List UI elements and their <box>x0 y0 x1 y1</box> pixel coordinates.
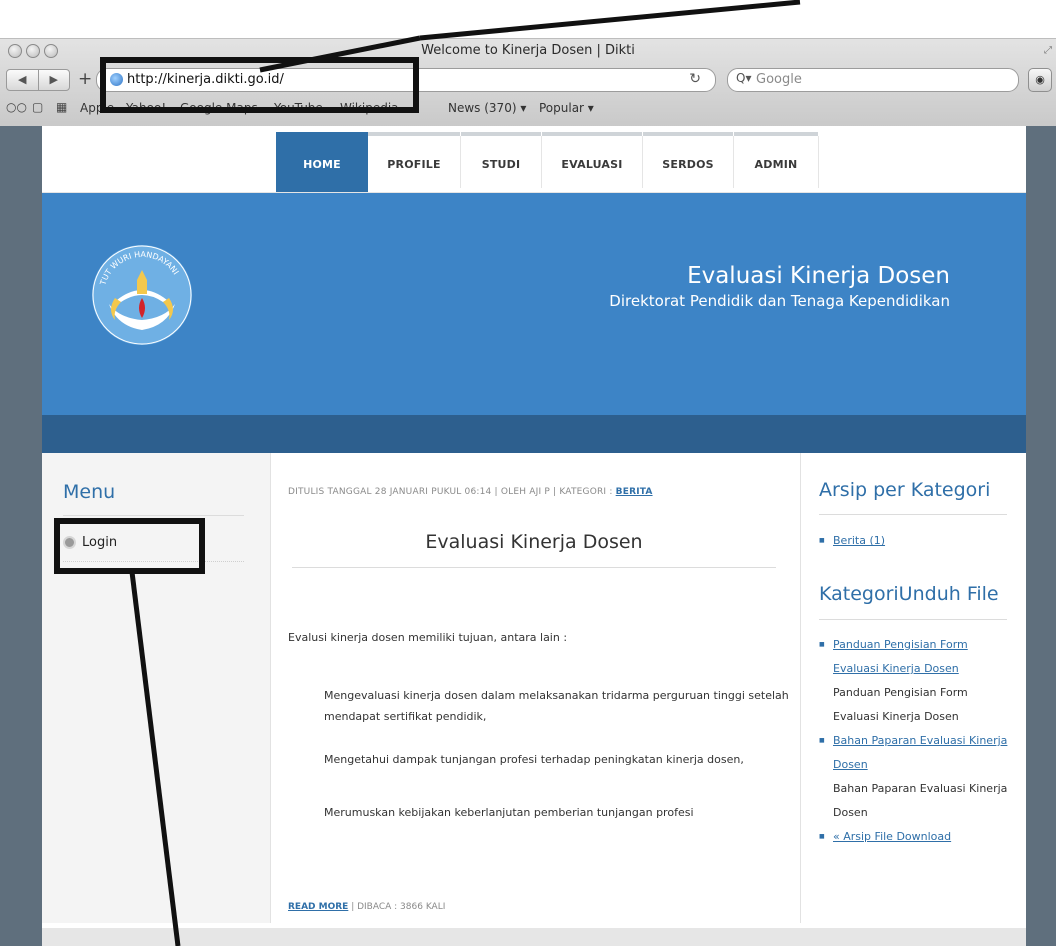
url-text[interactable]: http://kinerja.dikti.go.id/ <box>127 72 284 87</box>
bookmark-yahoo[interactable]: Yahoo! <box>126 101 166 115</box>
page-bottom-bar <box>42 928 1026 946</box>
bookmark-apple[interactable]: Apple <box>80 101 114 115</box>
header-banner: TUT WURI HANDAYANI Evaluasi Kinerja Dose… <box>42 193 1026 415</box>
page-content: Menu Login DITULIS TANGGAL 28 JANUARI PU… <box>42 453 1026 946</box>
top-sites-grid-icon[interactable]: ▦ <box>56 100 67 114</box>
right-sidebar: Arsip per Kategori Berita (1) KategoriUn… <box>800 453 1027 923</box>
left-sidebar: Menu Login <box>42 453 271 923</box>
archive-list: Berita (1) <box>819 529 1009 553</box>
article-title: Evaluasi Kinerja Dosen <box>425 531 643 553</box>
article-meta-text: DITULIS TANGGAL 28 JANUARI PUKUL 06:14 |… <box>288 487 616 497</box>
archive-file-download-link[interactable]: « Arsip File Download <box>833 830 951 843</box>
bookmark-popular[interactable]: Popular ▾ <box>539 101 594 115</box>
view-count: | DIBACA : 3866 KALI <box>348 902 446 912</box>
nav-divider <box>818 136 819 188</box>
download-item: Bahan Paparan Evaluasi Kinerja Dosen <box>819 729 1009 777</box>
download-item: « Arsip File Download <box>819 825 1009 849</box>
download-link-bahan-paparan[interactable]: Bahan Paparan Evaluasi Kinerja Dosen <box>833 734 1007 771</box>
search-field[interactable]: Q▾ Google <box>727 68 1019 92</box>
bookmark-youtube[interactable]: YouTube <box>274 101 323 115</box>
article-intro: Evalusi kinerja dosen memiliki tujuan, a… <box>288 631 568 644</box>
download-list: Panduan Pengisian Form Evaluasi Kinerja … <box>819 633 1009 849</box>
address-bar[interactable]: http://kinerja.dikti.go.id/ ↻ <box>96 68 716 92</box>
browser-chrome: Welcome to Kinerja Dosen | Dikti ⤢ ◀ ▶ +… <box>0 38 1056 127</box>
download-title: KategoriUnduh File <box>819 583 999 605</box>
nav-tab-evaluasi[interactable]: EVALUASI <box>542 132 642 192</box>
archive-divider <box>819 514 1007 515</box>
download-description: Bahan Paparan Evaluasi Kinerja Dosen <box>833 782 1008 819</box>
bookmark-google-maps[interactable]: Google Maps <box>180 101 258 115</box>
bookmarks-book-icon[interactable]: ▢ <box>32 100 43 114</box>
category-link[interactable]: BERITA <box>616 487 653 497</box>
read-more-link[interactable]: READ MORE <box>288 902 348 912</box>
back-button[interactable]: ◀ <box>7 70 39 90</box>
download-item: Panduan Pengisian Form Evaluasi Kinerja … <box>819 633 1009 681</box>
archive-link-berita[interactable]: Berita (1) <box>833 534 885 547</box>
bookmarks-bar: ○○ ▢ ▦ Apple Yahoo! Google Maps YouTube … <box>0 97 1056 119</box>
reading-list-icon[interactable]: ○○ <box>6 100 27 114</box>
archive-item: Berita (1) <box>819 529 1009 553</box>
article-point: Merumuskan kebijakan keberlanjutan pembe… <box>324 806 694 819</box>
article-footer: READ MORE | DIBACA : 3866 KALI <box>288 902 445 912</box>
sidebar-dotted-divider <box>63 561 244 562</box>
article-point: Mengetahui dampak tunjangan profesi terh… <box>324 753 744 766</box>
title-bar: Welcome to Kinerja Dosen | Dikti ⤢ <box>0 39 1056 63</box>
add-bookmark-button[interactable]: + <box>78 68 92 90</box>
sidebar-item-login[interactable]: Login <box>63 535 117 550</box>
sidebar-title: Menu <box>63 481 116 503</box>
banner-title: Evaluasi Kinerja Dosen <box>687 263 950 289</box>
site-navigation: HOME PROFILE STUDI EVALUASI SERDOS ADMIN <box>42 126 1026 193</box>
article-point: Mengevaluasi kinerja dosen dalam melaksa… <box>324 689 789 723</box>
archive-title: Arsip per Kategori <box>819 479 991 501</box>
downloads-button[interactable]: ◉ <box>1028 68 1052 92</box>
bookmark-wikipedia[interactable]: Wikipedia <box>340 101 399 115</box>
globe-icon <box>110 73 123 86</box>
fullscreen-icon[interactable]: ⤢ <box>1044 45 1052 56</box>
search-icon: Q▾ <box>736 71 752 85</box>
bullet-icon <box>63 536 76 549</box>
download-divider <box>819 619 1007 620</box>
article-divider <box>292 567 776 568</box>
article: DITULIS TANGGAL 28 JANUARI PUKUL 06:14 |… <box>280 453 798 923</box>
download-description: Panduan Pengisian Form Evaluasi Kinerja … <box>833 686 968 723</box>
nav-tab-profile[interactable]: PROFILE <box>368 132 460 192</box>
sidebar-item-label[interactable]: Login <box>82 535 117 550</box>
annotation-line-url <box>419 0 801 41</box>
download-link-panduan[interactable]: Panduan Pengisian Form Evaluasi Kinerja … <box>833 638 968 675</box>
banner-strip <box>42 415 1026 453</box>
sidebar-divider <box>63 515 244 516</box>
reload-icon[interactable]: ↻ <box>689 71 701 87</box>
article-meta: DITULIS TANGGAL 28 JANUARI PUKUL 06:14 |… <box>288 487 653 497</box>
tut-wuri-handayani-logo: TUT WURI HANDAYANI <box>92 245 192 345</box>
banner-subtitle: Direktorat Pendidik dan Tenaga Kependidi… <box>609 292 950 310</box>
bookmark-news[interactable]: News (370) ▾ <box>448 101 526 115</box>
window-title: Welcome to Kinerja Dosen | Dikti <box>421 43 635 58</box>
back-forward-buttons: ◀ ▶ <box>6 69 70 91</box>
nav-tab-admin[interactable]: ADMIN <box>734 132 818 192</box>
website: HOME PROFILE STUDI EVALUASI SERDOS ADMIN… <box>42 126 1026 946</box>
nav-tab-studi[interactable]: STUDI <box>461 132 541 192</box>
nav-tab-serdos[interactable]: SERDOS <box>643 132 733 192</box>
forward-button[interactable]: ▶ <box>39 70 70 90</box>
nav-tab-home[interactable]: HOME <box>276 132 368 192</box>
search-placeholder: Google <box>756 72 802 87</box>
browser-toolbar: ◀ ▶ + http://kinerja.dikti.go.id/ ↻ Q▾ G… <box>0 65 1056 95</box>
